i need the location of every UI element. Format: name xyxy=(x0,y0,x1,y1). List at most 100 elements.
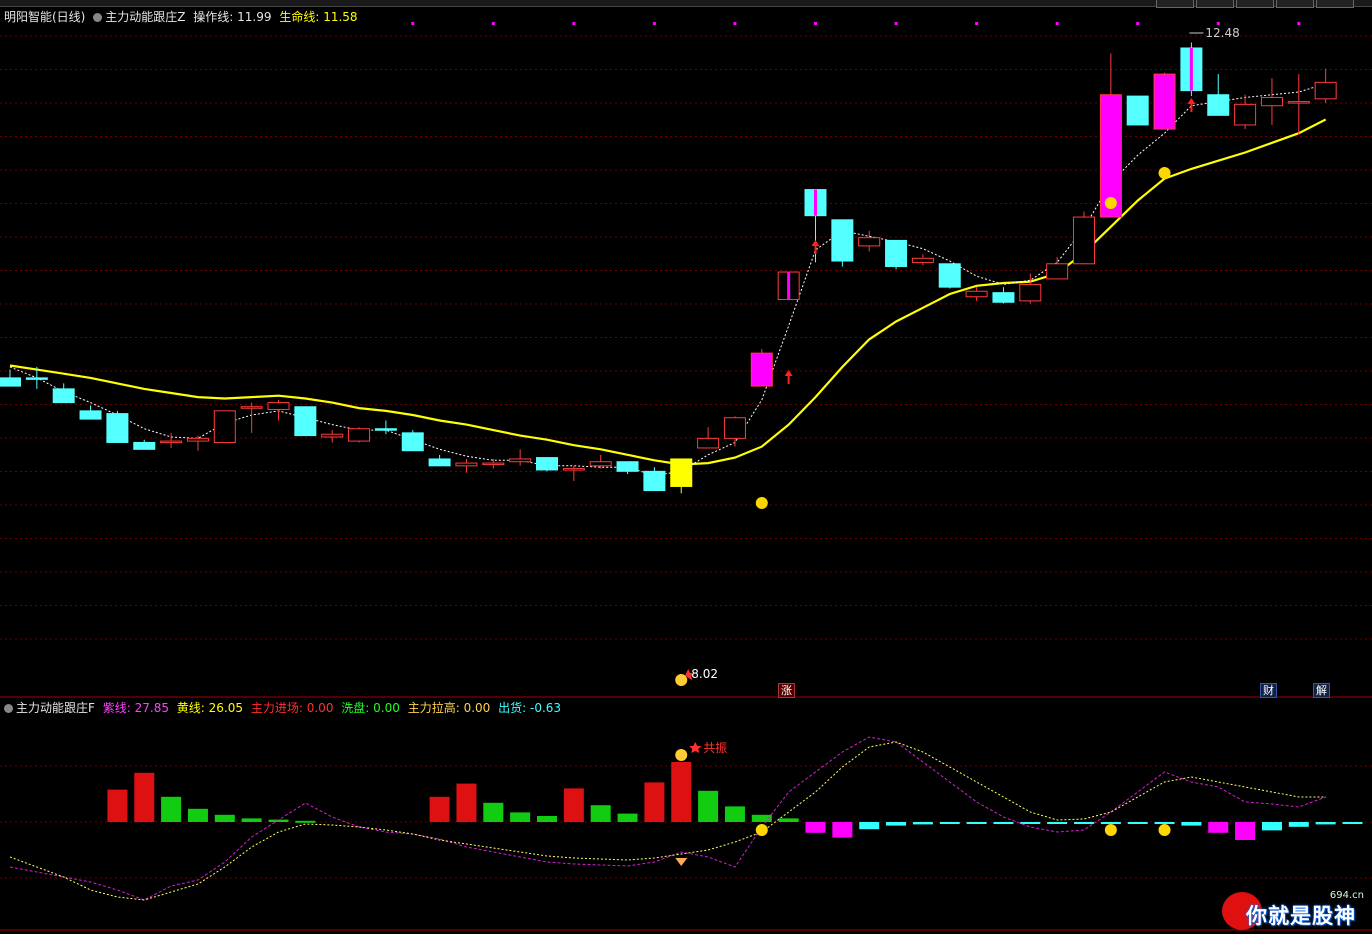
stock-title: 明阳智能(日线) xyxy=(4,10,86,24)
signal-dot xyxy=(1297,22,1301,25)
sub-bar xyxy=(912,822,933,825)
ship-value: -0.63 xyxy=(530,701,562,715)
candle-body xyxy=(52,388,75,404)
candle-body xyxy=(697,437,720,449)
money-bag-icon xyxy=(675,674,688,686)
tag-jie[interactable]: 解 xyxy=(1313,683,1330,698)
sub-bar xyxy=(563,788,584,822)
main-legend: 明阳智能(日线) 主力动能跟庄Z 操作线: 11.99 生命线: 11.58 xyxy=(4,8,362,24)
yellow-line-value: 26.05 xyxy=(208,701,244,715)
signal-dot xyxy=(1216,22,1220,25)
tag-zhang[interactable]: 涨 xyxy=(778,683,795,698)
sub-bar xyxy=(832,822,853,838)
life-line xyxy=(9,118,1327,466)
candle-body xyxy=(509,458,532,463)
watermark: 你就是股神 694.cn xyxy=(1222,888,1370,932)
candle-body xyxy=(1287,101,1310,104)
candle-body xyxy=(1046,263,1069,280)
candle-body xyxy=(186,437,209,442)
sub-bar xyxy=(510,812,531,822)
candle-body xyxy=(643,470,666,492)
op-line xyxy=(9,83,1326,477)
smiley-icon xyxy=(1104,824,1117,836)
money-bag-icon xyxy=(675,749,688,761)
op-line-label: 操作线: xyxy=(193,10,234,24)
sub-bar xyxy=(107,789,128,822)
tag-cai[interactable]: 财 xyxy=(1260,683,1277,698)
life-line-label: 生命线: xyxy=(279,10,320,24)
op-line-value: 11.99 xyxy=(237,10,272,24)
life-line-value: 11.58 xyxy=(323,10,358,24)
sub-bar xyxy=(1235,822,1256,840)
sub-bar xyxy=(1315,822,1336,825)
wash-value: 0.00 xyxy=(373,701,400,715)
candle-body xyxy=(240,406,263,409)
sub-bar xyxy=(1074,822,1094,824)
candle-body xyxy=(1073,216,1095,265)
sub-bar xyxy=(1288,822,1309,827)
candle-body xyxy=(0,377,21,387)
candle-body xyxy=(25,377,48,380)
collapse-icon[interactable] xyxy=(4,704,13,713)
sub-bar xyxy=(429,796,450,822)
candle-body xyxy=(992,292,1015,303)
candle-body xyxy=(160,440,183,444)
sub-bar xyxy=(187,808,208,822)
sub-bar xyxy=(859,822,880,830)
sub-bar xyxy=(698,790,719,822)
watermark-text: 你就是股神 xyxy=(1246,904,1356,928)
up-arrow-icon xyxy=(811,240,820,254)
candle-body xyxy=(911,257,934,263)
star-icon xyxy=(689,742,702,753)
resonance-label: 共振 xyxy=(703,741,727,755)
signal-dot xyxy=(814,22,817,25)
lift-label: 主力拉高: xyxy=(407,701,460,715)
diamond-icon xyxy=(675,858,688,866)
signal-dot xyxy=(652,22,656,25)
candle-body xyxy=(482,462,505,466)
collapse-icon[interactable] xyxy=(93,13,103,22)
sub-bar xyxy=(1127,822,1148,824)
signal-dot xyxy=(411,22,415,25)
sub-indicator-name[interactable]: 主力动能跟庄F xyxy=(16,701,95,715)
candle-body xyxy=(348,428,371,442)
candle-body xyxy=(1260,96,1283,107)
candle-body xyxy=(562,468,585,471)
wash-label: 洗盘: xyxy=(341,701,370,715)
sub-legend: 主力动能跟庄F 紫线: 27.85 黄线: 26.05 主力进场: 0.00 洗… xyxy=(4,699,565,715)
smiley-icon xyxy=(1158,167,1171,179)
signal-dot xyxy=(572,22,576,25)
candle-body xyxy=(455,462,478,467)
sub-bar xyxy=(1261,822,1282,831)
candle-signal-stripe xyxy=(1189,47,1193,91)
candle-body xyxy=(294,406,317,437)
enter-value: 0.00 xyxy=(306,701,334,715)
indicator-name[interactable]: 主力动能跟庄Z xyxy=(105,10,185,24)
sub-bar xyxy=(617,813,638,822)
purple-line-label: 紫线: xyxy=(102,701,131,715)
candle-body xyxy=(374,428,397,431)
candle-body xyxy=(213,410,236,443)
candle-signal-stripe xyxy=(787,272,791,300)
sub-bar xyxy=(134,772,155,822)
kline-chart[interactable]: 8.02 12.48 共振 xyxy=(0,0,1372,934)
sub-bar xyxy=(1208,822,1229,833)
candle-body xyxy=(1019,283,1042,302)
signal-dot xyxy=(1136,22,1140,25)
smiley-icon xyxy=(1104,197,1117,209)
candle-body xyxy=(267,402,290,410)
sub-bar xyxy=(939,822,960,824)
enter-label: 主力进场: xyxy=(250,701,303,715)
sub-bar xyxy=(778,818,799,822)
sub-bar xyxy=(161,796,182,822)
sub-bar xyxy=(456,783,477,822)
candle-body xyxy=(938,263,961,288)
sub-bar xyxy=(993,822,1014,824)
yellow-line-label: 黄线: xyxy=(176,701,205,715)
candle-body xyxy=(965,290,988,298)
sub-bar xyxy=(241,818,262,822)
sub-bar xyxy=(886,822,907,826)
sub-bar xyxy=(1342,822,1363,824)
signal-dot xyxy=(1055,22,1059,25)
candle-body xyxy=(670,458,693,487)
